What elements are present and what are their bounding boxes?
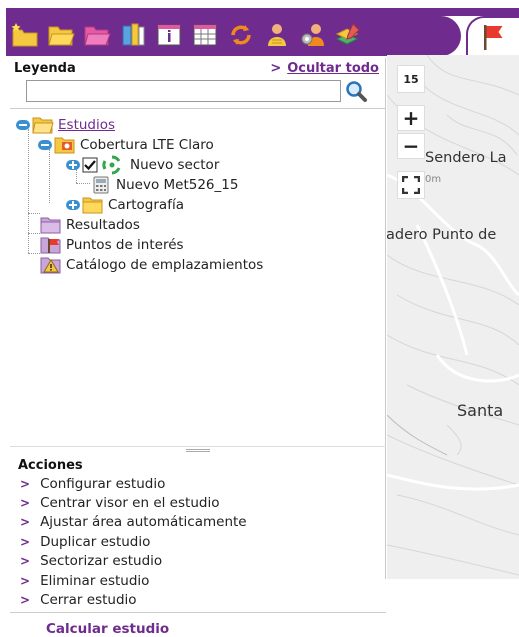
calculate-study-button[interactable]: Calcular estudio xyxy=(10,612,386,637)
legend-title: Leyenda xyxy=(14,61,76,76)
tree-connector xyxy=(76,183,90,184)
tree-item-nuevo-met[interactable]: Nuevo Met526_15 xyxy=(92,175,238,195)
action-label: Sectorizar estudio xyxy=(40,553,163,570)
tree-item-label: Resultados xyxy=(66,217,140,233)
new-study-icon[interactable] xyxy=(10,20,40,50)
fullscreen-icon[interactable] xyxy=(397,171,425,199)
chevron-right-icon: > xyxy=(20,554,31,569)
actions-panel: Acciones > Configurar estudio > Centrar vi… xyxy=(10,454,386,637)
zoom-in-button[interactable]: + xyxy=(397,105,425,131)
hide-all-link[interactable]: > Ocultar todo xyxy=(270,61,379,78)
table-icon[interactable] xyxy=(190,20,220,50)
sector-icon xyxy=(102,155,121,175)
open-folder-icon xyxy=(32,117,54,134)
chevron-right-icon: > xyxy=(20,496,31,511)
action-label: Duplicar estudio xyxy=(40,533,151,550)
user-group-icon[interactable] xyxy=(262,20,292,50)
warning-folder-icon xyxy=(40,257,61,274)
tree-connector xyxy=(28,129,29,253)
study-folder-icon xyxy=(54,137,75,154)
user-settings-icon[interactable] xyxy=(298,20,328,50)
tree-connector xyxy=(28,213,40,214)
toolbar-top-strip xyxy=(6,8,519,16)
flag-icon[interactable] xyxy=(478,22,508,52)
action-duplicar-estudio[interactable]: > Duplicar estudio xyxy=(10,532,386,551)
refresh-icon[interactable] xyxy=(226,20,256,50)
grip-icon xyxy=(186,449,210,452)
action-label: Ajustar área automáticamente xyxy=(40,514,247,531)
toolbar-right-section xyxy=(466,16,519,56)
action-eliminar-estudio[interactable]: > Eliminar estudio xyxy=(10,571,386,590)
toolbar-icon-group xyxy=(10,20,364,50)
tree-item-label: Nuevo Met526_15 xyxy=(116,177,239,193)
folder-icon[interactable] xyxy=(82,20,112,50)
action-configurar-estudio[interactable]: > Configurar estudio xyxy=(10,474,386,493)
tree-item-cobertura[interactable]: Cobertura LTE Claro xyxy=(38,135,214,155)
library-icon[interactable] xyxy=(118,20,148,50)
chevron-right-icon: > xyxy=(270,61,282,76)
search-icon[interactable] xyxy=(344,79,368,103)
tree-item-label: Cartografía xyxy=(108,197,184,213)
action-cerrar-estudio[interactable]: > Cerrar estudio xyxy=(10,590,386,609)
tree-connector xyxy=(49,149,50,203)
tree-connector xyxy=(28,253,40,254)
tree-item-resultados[interactable]: Resultados xyxy=(40,215,140,235)
map-label-elevation: 0m xyxy=(425,174,442,185)
tree-item-label: Puntos de interés xyxy=(66,237,184,253)
map-viewer[interactable]: 15 + − Sendero La 0m adero Punto de Sant… xyxy=(387,55,519,579)
action-sectorizar-estudio[interactable]: > Sectorizar estudio xyxy=(10,552,386,571)
info-window-icon[interactable] xyxy=(154,20,184,50)
legend-header: Leyenda > Ocultar todo xyxy=(10,58,385,78)
legend-search-input[interactable] xyxy=(26,80,341,102)
action-ajustar-area[interactable]: > Ajustar área automáticamente xyxy=(10,513,386,532)
open-folder-icon[interactable] xyxy=(46,20,76,50)
results-folder-icon xyxy=(40,217,61,234)
expand-toggle-icon[interactable] xyxy=(66,160,80,170)
map-label-sendero: Sendero La xyxy=(425,150,507,166)
chevron-right-icon: > xyxy=(20,573,31,588)
collapse-toggle-icon[interactable] xyxy=(16,120,30,130)
action-centrar-visor[interactable]: > Centrar visor en el estudio xyxy=(10,493,386,512)
actions-title: Acciones xyxy=(18,458,83,473)
chevron-right-icon: > xyxy=(20,515,31,530)
tree-item-label: Catálogo de emplazamientos xyxy=(66,257,264,273)
collapse-toggle-icon[interactable] xyxy=(38,140,52,150)
action-label: Centrar visor en el estudio xyxy=(40,495,220,512)
zoom-out-button[interactable]: − xyxy=(397,133,425,159)
tree-item-label: Cobertura LTE Claro xyxy=(80,137,214,153)
action-label: Eliminar estudio xyxy=(40,572,150,589)
chevron-right-icon: > xyxy=(20,476,31,491)
tree-item-nuevo-sector[interactable]: Nuevo sector xyxy=(66,155,219,175)
tree-item-estudios[interactable]: Estudios xyxy=(16,115,115,135)
zoom-level-indicator: 15 xyxy=(397,65,425,93)
layers-edit-icon[interactable] xyxy=(334,20,364,50)
tree-item-catalogo[interactable]: Catálogo de emplazamientos xyxy=(40,255,263,275)
legend-tree: Estudios Cobertura LTE Claro Nuevo secto… xyxy=(10,108,386,446)
chevron-right-icon: > xyxy=(20,593,31,608)
hide-all-label: Ocultar todo xyxy=(287,61,379,76)
flag-icon xyxy=(40,237,61,254)
action-label: Configurar estudio xyxy=(40,475,166,492)
expand-toggle-icon[interactable] xyxy=(66,200,80,210)
map-label-mirador: adero Punto de xyxy=(387,227,497,243)
left-panel: Leyenda > Ocultar todo Estudios Cobertura… xyxy=(10,58,386,637)
tree-connector xyxy=(28,233,40,234)
action-label: Cerrar estudio xyxy=(40,592,137,609)
calculator-icon xyxy=(93,176,109,194)
folder-icon xyxy=(82,197,103,214)
tree-item-cartografia[interactable]: Cartografía xyxy=(66,195,184,215)
panel-splitter[interactable] xyxy=(10,446,386,454)
map-label-santa: Santa xyxy=(457,401,504,420)
tree-item-puntos-interes[interactable]: Puntos de interés xyxy=(40,235,184,255)
checkbox-checked-icon[interactable] xyxy=(82,157,98,173)
tree-item-label: Estudios xyxy=(58,117,116,133)
tree-item-label: Nuevo sector xyxy=(130,157,220,173)
chevron-right-icon: > xyxy=(20,534,31,549)
legend-search-row xyxy=(10,78,385,108)
main-toolbar xyxy=(0,0,519,56)
